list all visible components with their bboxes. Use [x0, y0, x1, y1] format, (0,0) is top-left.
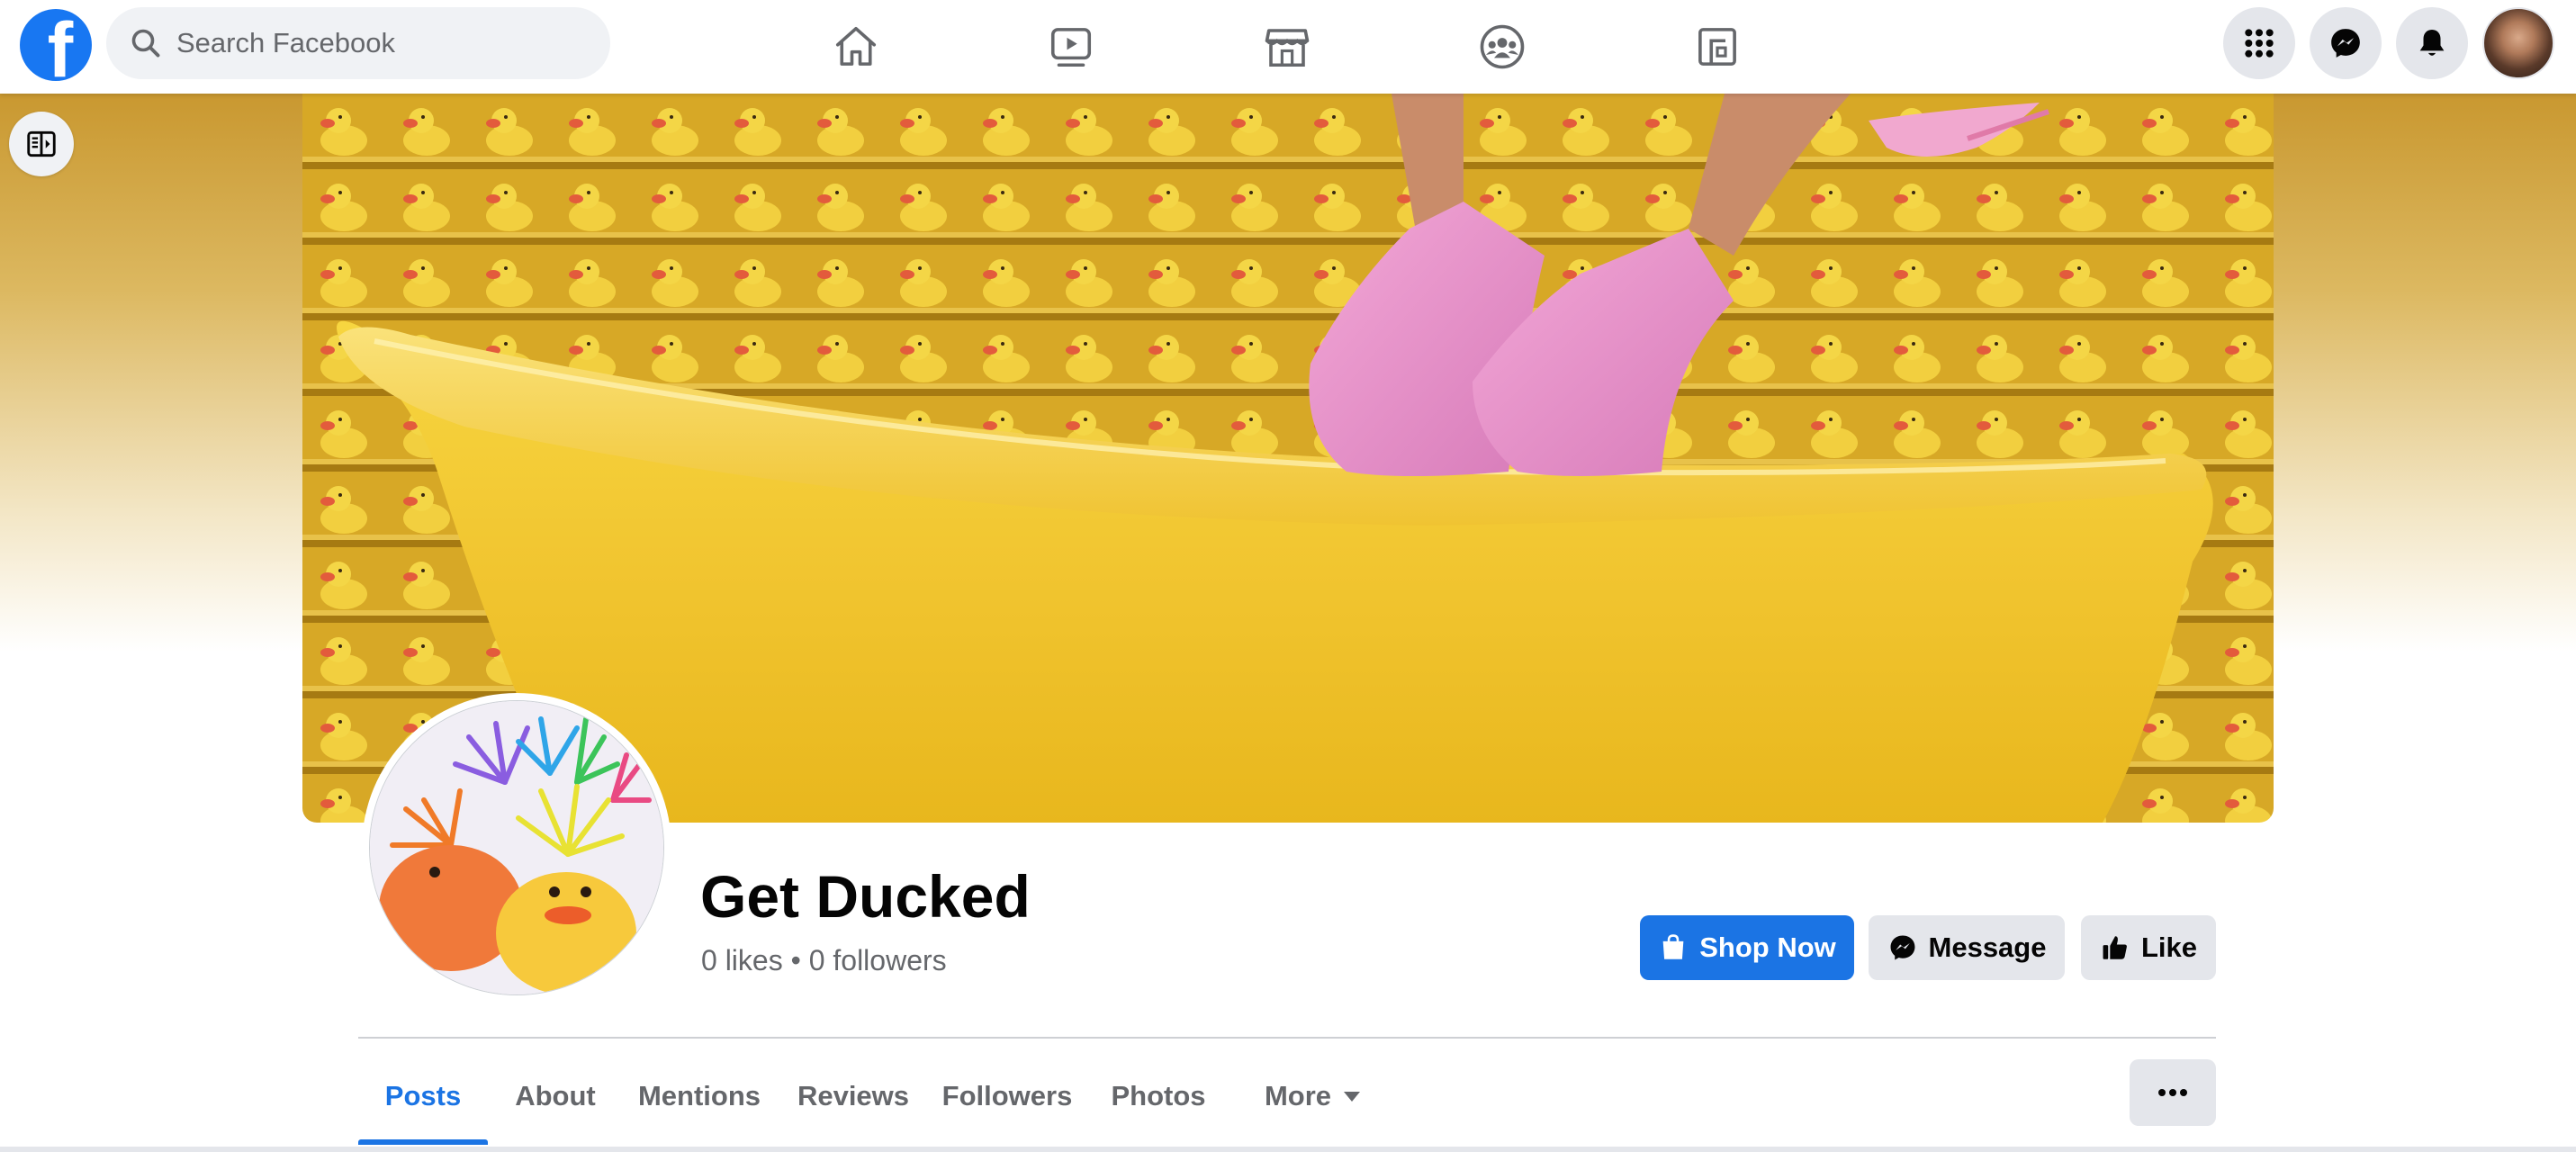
message-label: Message [1928, 932, 2047, 963]
search-input[interactable] [176, 27, 572, 59]
profile-picture[interactable] [362, 693, 671, 1003]
shop-now-button[interactable]: Shop Now [1640, 915, 1854, 980]
thumbs-up-icon [2103, 936, 2127, 959]
nav-groups[interactable] [1448, 13, 1556, 81]
ellipsis-icon [2158, 1089, 2187, 1096]
menu-button[interactable] [2223, 7, 2295, 79]
tab-mentions[interactable]: Mentions [623, 1044, 776, 1148]
like-button[interactable]: Like [2081, 915, 2216, 980]
more-options-button[interactable] [2130, 1059, 2216, 1126]
tab-photos[interactable]: Photos [1094, 1044, 1222, 1148]
header-divider [358, 1037, 2216, 1039]
tab-more[interactable]: More [1233, 1044, 1392, 1148]
top-navigation-bar: f [0, 0, 2576, 94]
search-box[interactable] [106, 7, 610, 79]
gaming-icon [1698, 28, 1736, 66]
nav-home[interactable] [802, 13, 910, 81]
search-icon [131, 29, 160, 58]
nav-gaming[interactable] [1663, 13, 1771, 81]
notifications-bell-icon [2419, 30, 2445, 56]
shopping-bag-icon [1662, 934, 1684, 959]
content-separator [0, 1147, 2576, 1152]
tab-posts[interactable]: Posts [358, 1044, 488, 1148]
menu-grid-icon [2245, 29, 2274, 58]
like-label: Like [2140, 932, 2198, 963]
tab-followers[interactable]: Followers [931, 1044, 1084, 1148]
tab-about[interactable]: About [500, 1044, 610, 1148]
account-avatar[interactable] [2482, 7, 2554, 79]
page-stats[interactable]: 0 likes • 0 followers [701, 944, 947, 977]
tab-reviews[interactable]: Reviews [787, 1044, 920, 1148]
marketplace-icon [1265, 29, 1310, 68]
message-button[interactable]: Message [1869, 915, 2065, 980]
messenger-button[interactable] [2310, 7, 2382, 79]
facebook-logo[interactable]: f [20, 9, 92, 81]
shop-now-label: Shop Now [1699, 932, 1836, 963]
watch-icon [1050, 28, 1092, 68]
nav-marketplace[interactable] [1233, 13, 1341, 81]
nav-watch[interactable] [1017, 13, 1125, 81]
caret-down-icon [1344, 1091, 1361, 1102]
home-icon [835, 26, 877, 66]
groups-icon [1480, 24, 1525, 69]
notifications-button[interactable] [2396, 7, 2468, 79]
page-title: Get Ducked [700, 863, 1031, 930]
cover-photo[interactable] [302, 94, 2274, 823]
sidebar-toggle-button[interactable] [9, 112, 74, 176]
messenger-icon [1890, 935, 1914, 960]
messenger-icon [2331, 29, 2360, 58]
sidebar-toggle-icon [27, 130, 56, 158]
